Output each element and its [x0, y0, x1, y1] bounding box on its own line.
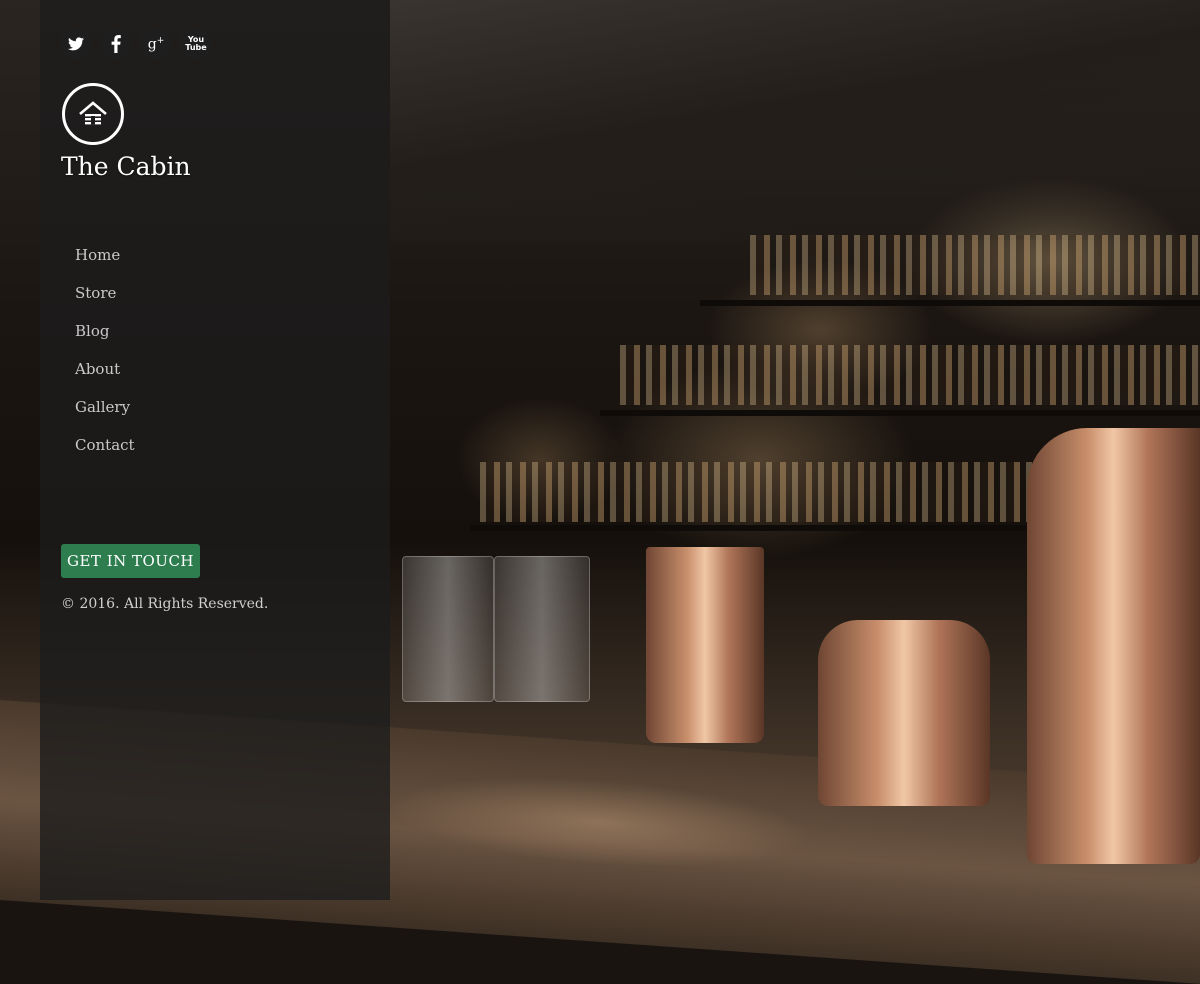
shaker	[646, 547, 764, 743]
nav-item-about[interactable]: About	[75, 357, 135, 395]
social-links: g+ You Tube	[60, 28, 212, 60]
bottles	[620, 345, 1200, 405]
nav-item-blog[interactable]: Blog	[75, 319, 135, 357]
shaker	[818, 620, 990, 806]
nav-item-store[interactable]: Store	[75, 281, 135, 319]
youtube-icon[interactable]: You Tube	[180, 28, 212, 60]
copyright-text: © 2016. All Rights Reserved.	[61, 596, 269, 612]
shaker	[1027, 428, 1200, 864]
nav-item-gallery[interactable]: Gallery	[75, 395, 135, 433]
google-plus-icon[interactable]: g+	[140, 28, 172, 60]
shelf	[700, 300, 1200, 306]
sidebar: g+ You Tube The Cabin Home Store Blog Abo…	[40, 0, 390, 900]
glass	[494, 556, 590, 702]
ceiling-ducts	[390, 0, 1200, 240]
main-nav: Home Store Blog About Gallery Contact	[75, 243, 135, 471]
facebook-icon[interactable]	[100, 28, 132, 60]
bottles	[750, 235, 1200, 295]
get-in-touch-button[interactable]: GET IN TOUCH	[61, 544, 200, 578]
twitter-icon[interactable]	[60, 28, 92, 60]
cabin-logo-icon[interactable]	[62, 83, 124, 145]
shelf	[600, 410, 1200, 416]
glass	[402, 556, 494, 702]
site-title[interactable]: The Cabin	[61, 152, 191, 181]
nav-item-home[interactable]: Home	[75, 243, 135, 281]
nav-item-contact[interactable]: Contact	[75, 433, 135, 471]
